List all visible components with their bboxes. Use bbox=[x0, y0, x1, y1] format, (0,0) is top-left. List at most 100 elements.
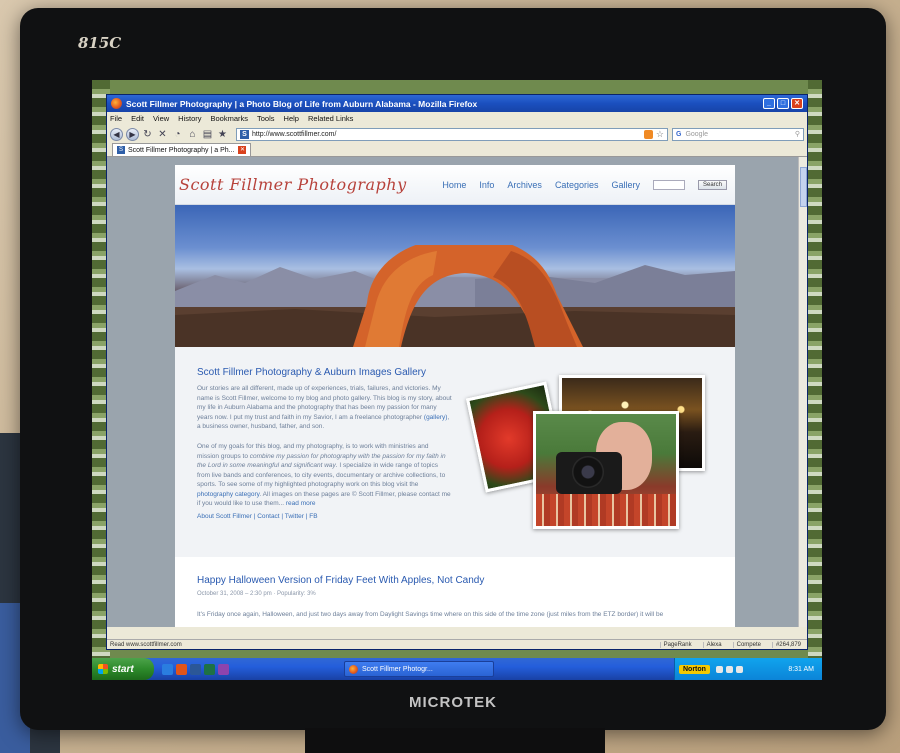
taskbar: start Scott Fillmer Photogr... Norton 8:… bbox=[92, 658, 822, 680]
start-label: start bbox=[112, 663, 134, 675]
app-icon[interactable] bbox=[218, 663, 229, 675]
window-title: Scott Fillmer Photography | a Photo Blog… bbox=[126, 98, 478, 109]
back-icon[interactable]: ◀ bbox=[110, 127, 123, 141]
url-bar[interactable]: S http://www.scottfillmer.com/ ☆ bbox=[236, 127, 668, 141]
tray-icon[interactable] bbox=[715, 665, 723, 673]
menu-edit[interactable]: Edit bbox=[131, 114, 144, 123]
menu-help[interactable]: Help bbox=[284, 114, 299, 123]
reload-icon[interactable]: ↻ bbox=[142, 129, 153, 140]
site-logo-title[interactable]: Scott Fillmer Photography bbox=[179, 175, 407, 194]
site-header: Scott Fillmer Photography Home Info Arch… bbox=[175, 165, 735, 205]
tab-scott-fillmer[interactable]: S Scott Fillmer Photography | a Ph... ✕ bbox=[112, 143, 252, 156]
word-icon[interactable] bbox=[190, 663, 201, 675]
header-photo-arch bbox=[175, 205, 735, 347]
stop-icon[interactable]: ✕ bbox=[157, 129, 168, 140]
alexa-indicator[interactable]: Alexa bbox=[702, 641, 725, 648]
monitor-model-label: 815C bbox=[78, 34, 122, 52]
site-search-input[interactable] bbox=[652, 179, 685, 190]
search-icon[interactable]: ⚲ bbox=[795, 130, 800, 138]
search-placeholder: Google bbox=[685, 130, 709, 138]
firefox-icon bbox=[111, 98, 122, 109]
search-input[interactable]: G Google ⚲ bbox=[672, 127, 804, 141]
minimize-icon[interactable]: _ bbox=[763, 98, 775, 109]
monitor-stand bbox=[305, 728, 605, 753]
tab-close-icon[interactable]: ✕ bbox=[238, 146, 247, 154]
google-icon: G bbox=[676, 130, 682, 138]
arch-landscape-image bbox=[175, 245, 735, 347]
menu-bookmarks[interactable]: Bookmarks bbox=[211, 114, 249, 123]
nav-gallery[interactable]: Gallery bbox=[611, 180, 640, 190]
menu-bar: File Edit View History Bookmarks Tools H… bbox=[107, 112, 807, 125]
menu-file[interactable]: File bbox=[110, 114, 122, 123]
forward-icon[interactable]: ▶ bbox=[126, 127, 139, 141]
blog-post: Happy Halloween Version of Friday Feet W… bbox=[175, 565, 735, 627]
intro-p1-text: Our stories are all different, made up o… bbox=[197, 385, 452, 421]
monitor-brand-label: MICROTEK bbox=[409, 694, 497, 711]
scrollbar-thumb[interactable] bbox=[800, 167, 807, 207]
intro-heading[interactable]: Scott Fillmer Photography & Auburn Image… bbox=[197, 367, 426, 378]
menu-history[interactable]: History bbox=[178, 114, 201, 123]
print-icon[interactable]: ▤ bbox=[202, 129, 213, 140]
nav-home[interactable]: Home bbox=[442, 180, 466, 190]
intro-paragraph-1: Our stories are all different, made up o… bbox=[197, 384, 452, 432]
nav-info[interactable]: Info bbox=[479, 180, 494, 190]
pagerank-indicator[interactable]: PageRank bbox=[659, 641, 695, 648]
post-excerpt: It's Friday once again, Halloween, and j… bbox=[197, 611, 664, 618]
rss-icon[interactable] bbox=[643, 129, 653, 139]
star-icon[interactable]: ☆ bbox=[656, 129, 664, 140]
norton-icon[interactable]: Norton bbox=[679, 664, 710, 674]
window-titlebar[interactable]: Scott Fillmer Photography | a Photo Blog… bbox=[107, 95, 807, 112]
firefox-icon[interactable] bbox=[176, 663, 187, 675]
screen: Scott Fillmer Photography | a Photo Blog… bbox=[92, 80, 822, 680]
camera-lens bbox=[572, 456, 604, 488]
menu-view[interactable]: View bbox=[153, 114, 169, 123]
quick-launch bbox=[162, 663, 232, 675]
photography-category-link[interactable]: photography category bbox=[197, 491, 259, 498]
tray-icon[interactable] bbox=[735, 665, 743, 673]
desktop-wallpaper bbox=[808, 80, 822, 658]
browser-window: Scott Fillmer Photography | a Photo Blog… bbox=[106, 94, 808, 650]
ie-icon[interactable] bbox=[162, 663, 173, 675]
site-nav: Home Info Archives Categories Gallery Se… bbox=[429, 179, 727, 190]
site-favicon: S bbox=[240, 129, 249, 139]
compete-indicator[interactable]: Compete bbox=[732, 641, 764, 648]
gallery-link[interactable]: (gallery) bbox=[424, 414, 447, 421]
site-search-button[interactable]: Search bbox=[697, 179, 727, 190]
taskbar-firefox-task[interactable]: Scott Fillmer Photogr... bbox=[344, 661, 494, 677]
vertical-scrollbar[interactable] bbox=[798, 157, 807, 627]
read-more-link[interactable]: read more bbox=[286, 500, 316, 507]
nav-categories[interactable]: Categories bbox=[555, 180, 599, 190]
intro-paragraph-2: One of my goals for this blog, and my ph… bbox=[197, 442, 452, 509]
start-button[interactable]: start bbox=[92, 658, 154, 680]
nav-archives[interactable]: Archives bbox=[507, 180, 542, 190]
menu-related-links[interactable]: Related Links bbox=[308, 114, 353, 123]
windows-flag-icon bbox=[98, 664, 108, 674]
page-viewport: Scott Fillmer Photography Home Info Arch… bbox=[107, 157, 807, 627]
tab-label: Scott Fillmer Photography | a Ph... bbox=[128, 146, 235, 154]
tab-bar: S Scott Fillmer Photography | a Ph... ✕ bbox=[107, 143, 807, 157]
tray-icon[interactable] bbox=[725, 665, 733, 673]
maximize-icon[interactable]: □ bbox=[777, 98, 789, 109]
home-icon[interactable]: ⌂ bbox=[187, 129, 198, 140]
rank-value: #264,879 bbox=[771, 641, 804, 648]
task-label: Scott Fillmer Photogr... bbox=[362, 665, 433, 673]
url-text: http://www.scottfillmer.com/ bbox=[252, 130, 337, 138]
post-meta: October 31, 2008 – 2:30 pm · Popularity:… bbox=[197, 591, 316, 597]
website: Scott Fillmer Photography Home Info Arch… bbox=[175, 165, 735, 627]
clock: 8:31 AM bbox=[788, 665, 814, 673]
menu-tools[interactable]: Tools bbox=[257, 114, 275, 123]
about-links[interactable]: About Scott Fillmer | Contact | Twitter … bbox=[197, 513, 318, 520]
navigation-toolbar: ◀ ▶ ↻ ✕ ◔ ⌂ ▤ ★ S http://www.scottfillme… bbox=[107, 125, 807, 143]
status-bar: Read www.scottfillmer.com PageRank Alexa… bbox=[107, 639, 807, 649]
intro-section: Scott Fillmer Photography & Auburn Image… bbox=[175, 347, 735, 557]
excel-icon[interactable] bbox=[204, 663, 215, 675]
history-icon[interactable]: ◔ bbox=[172, 129, 183, 140]
status-text: Read www.scottfillmer.com bbox=[110, 641, 182, 648]
post-title[interactable]: Happy Halloween Version of Friday Feet W… bbox=[197, 575, 484, 586]
photo-thumbnail-self-portrait[interactable] bbox=[533, 411, 679, 529]
bookmark-icon[interactable]: ★ bbox=[217, 129, 228, 140]
portrait-shirt bbox=[536, 494, 676, 526]
close-icon[interactable]: ✕ bbox=[791, 98, 803, 109]
monitor-bezel: 815C MICROTEK Scott Fillmer Photography … bbox=[20, 8, 886, 730]
firefox-icon bbox=[349, 664, 358, 674]
